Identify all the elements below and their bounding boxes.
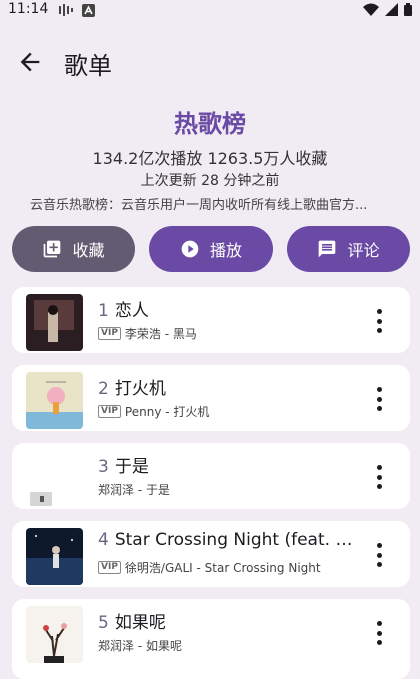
song-index: 1	[98, 301, 109, 321]
page-title: 歌单	[64, 52, 112, 80]
song-name: 恋人	[114, 301, 149, 321]
notification-a-icon	[82, 3, 95, 17]
song-index: 4	[98, 530, 109, 550]
more-options-icon[interactable]	[376, 309, 382, 333]
battery-icon	[404, 3, 412, 16]
album-cover	[26, 450, 83, 507]
song-name: 打火机	[114, 379, 166, 399]
song-artist-album: 郑润泽 - 如果呢	[98, 639, 182, 653]
song-artist-album: 李荣浩 - 黑马	[124, 327, 197, 341]
playlist-title: 热歌榜	[174, 110, 246, 138]
song-artist-album: Penny - 打火机	[124, 405, 210, 419]
vip-badge: VIP	[98, 405, 121, 418]
album-cover	[26, 294, 83, 351]
play-circle-icon	[181, 240, 199, 258]
more-options-icon[interactable]	[376, 465, 382, 489]
song-item-1[interactable]: 1 恋人 VIP 李荣浩 - 黑马	[12, 287, 410, 353]
more-options-icon[interactable]	[376, 621, 382, 645]
song-index: 5	[98, 613, 109, 633]
song-title: 2 打火机	[98, 374, 358, 399]
song-name: 如果呢	[114, 613, 166, 633]
back-arrow-icon[interactable]	[16, 48, 44, 76]
play-button-label: 播放	[209, 241, 242, 260]
song-artist-album: 郑润泽 - 于是	[98, 483, 170, 497]
library-add-icon	[44, 240, 61, 258]
app-bar: 歌单	[0, 38, 420, 86]
song-item-3[interactable]: 3 于是 郑润泽 - 于是	[12, 443, 410, 509]
song-subtitle: VIP 李荣浩 - 黑马	[98, 325, 358, 342]
album-cover	[26, 372, 83, 429]
status-bar: 11:14	[0, 0, 420, 20]
wifi-icon	[363, 3, 379, 16]
song-index: 3	[98, 457, 109, 477]
song-subtitle: VIP 徐明浩/GALI - Star Crossing Night	[98, 559, 358, 576]
playlist-stats: 134.2亿次播放 1263.5万人收藏	[92, 149, 328, 168]
album-cover	[26, 606, 83, 663]
playlist-updated: 上次更新 28 分钟之前	[140, 173, 280, 189]
song-artist-album: 徐明浩/GALI - Star Crossing Night	[124, 561, 321, 575]
playlist-description[interactable]: 云音乐热歌榜：云音乐用户一周内收听所有线上歌曲官方...	[30, 194, 390, 213]
voicemail-icon	[59, 4, 73, 16]
favorite-button-label: 收藏	[72, 241, 105, 260]
album-cover	[26, 528, 83, 585]
song-item-4[interactable]: 4 Star Crossing Night (feat. GALI) VIP 徐明…	[12, 521, 410, 587]
vip-badge: VIP	[98, 561, 121, 574]
song-subtitle: 郑润泽 - 于是	[98, 481, 358, 498]
signal-icon	[385, 3, 398, 16]
comment-button-label: 评论	[347, 241, 380, 260]
song-title: 4 Star Crossing Night (feat. GALI)	[98, 530, 358, 550]
comment-icon	[319, 240, 336, 258]
more-options-icon[interactable]	[376, 387, 382, 411]
song-title: 1 恋人	[98, 296, 358, 321]
comment-button[interactable]: 评论	[287, 226, 410, 272]
song-title: 3 于是	[98, 452, 358, 477]
vip-badge: VIP	[98, 327, 121, 340]
song-item-5[interactable]: 5 如果呢 郑润泽 - 如果呢	[12, 599, 410, 679]
more-options-icon[interactable]	[376, 543, 382, 567]
song-item-2[interactable]: 2 打火机 VIP Penny - 打火机	[12, 365, 410, 431]
play-button[interactable]: 播放	[149, 226, 273, 272]
song-title: 5 如果呢	[98, 608, 358, 633]
status-time: 11:14	[8, 1, 49, 17]
song-name: 于是	[114, 457, 149, 477]
favorite-button[interactable]: 收藏	[12, 226, 135, 272]
song-index: 2	[98, 379, 109, 399]
song-subtitle: VIP Penny - 打火机	[98, 403, 358, 420]
song-name: Star Crossing Night (feat. GALI)	[114, 530, 358, 550]
song-subtitle: 郑润泽 - 如果呢	[98, 637, 358, 654]
